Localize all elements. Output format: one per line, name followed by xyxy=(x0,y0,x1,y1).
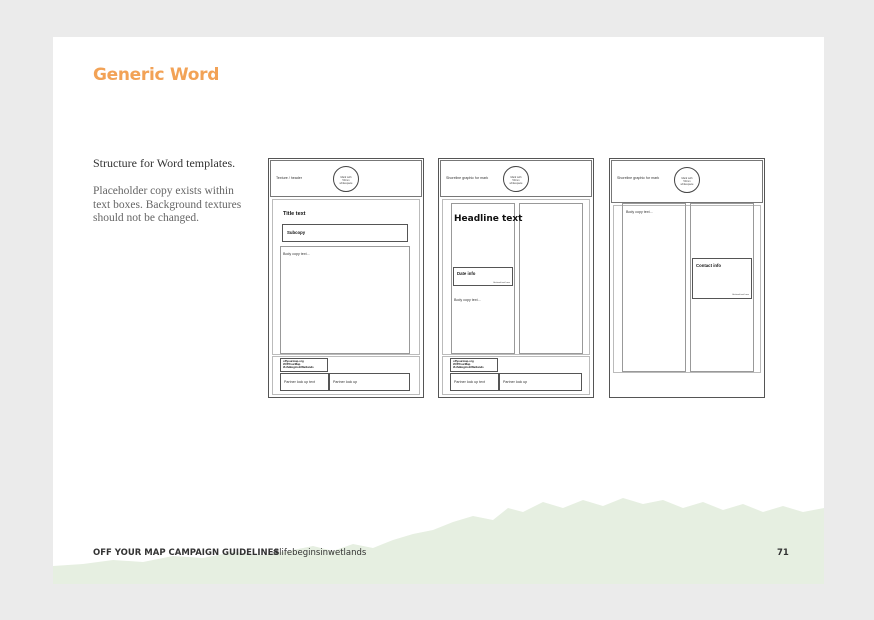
logo-mark-circle: Mark with 50mm whitespace xyxy=(674,167,700,193)
logo-mark-circle: Mark with 50mm whitespace xyxy=(503,166,529,192)
date-info-sub: Unitised text here xyxy=(492,282,510,284)
partner-label: Partner lock up xyxy=(333,380,358,384)
circle-label: Mark with 50mm whitespace xyxy=(339,176,353,185)
url-hashtag-box: offyourmap.org #OffYourMap #LifeBeginsIn… xyxy=(450,358,498,372)
section-subheading: Structure for Word templates. xyxy=(93,156,236,170)
description: Placeholder copy exists within text boxe… xyxy=(93,185,243,226)
page-title: Generic Word xyxy=(93,65,220,85)
url-hashtag-box: offyourmap.org #OffYourMap #LifeBeginsIn… xyxy=(280,358,328,372)
circle-label: Mark with 50mm whitespace xyxy=(509,176,523,185)
document-page: Generic Word Structure for Word template… xyxy=(53,37,824,584)
footer-guidelines-title: OFF YOUR MAP CAMPAIGN GUIDELINES xyxy=(93,548,280,558)
word-template-1: Texture / header Mark with 50mm whitespa… xyxy=(268,158,424,398)
subcopy-box: Subcopy xyxy=(282,224,408,242)
body-copy-box: Body copy text... xyxy=(280,246,410,354)
footer-hashtag: #LifeBeginsInWetlands xyxy=(453,365,484,370)
header-label: Shoreline graphic for mark xyxy=(446,176,489,180)
template-title: Title text xyxy=(283,211,306,217)
contact-info-box: Contact info Unitised text here xyxy=(692,258,752,299)
contact-info-label: Contact info xyxy=(696,263,722,268)
partner-label: Partner lock up text xyxy=(454,380,485,384)
date-info-box: Date info Unitised text here xyxy=(453,267,513,286)
partner-label: Partner lock up xyxy=(503,380,528,384)
page-number: 71 xyxy=(777,548,789,558)
word-template-3: Shoreline graphic for mark Mark with 50m… xyxy=(609,158,765,398)
description-line: Placeholder copy exists within xyxy=(93,185,234,197)
left-column: Body copy text... xyxy=(622,203,686,372)
body-copy-label: Body copy text... xyxy=(454,298,481,302)
header-label: Texture / header xyxy=(276,176,302,180)
right-column xyxy=(519,203,583,354)
partner-label: Partner lock up text xyxy=(284,380,315,384)
logo-mark-circle: Mark with 50mm whitespace xyxy=(333,166,359,192)
footer-hashtag: #LifeBeginsInWetlands xyxy=(283,365,314,370)
date-info-label: Date info xyxy=(457,271,476,276)
headline: Headline text xyxy=(454,214,523,224)
body-copy-label: Body copy text... xyxy=(283,252,310,256)
word-template-2: Shoreline graphic for mark Mark with 50m… xyxy=(438,158,594,398)
subcopy-label: Subcopy xyxy=(287,230,306,235)
contact-info-sub: Unitised text here xyxy=(731,294,749,296)
partner-box-2: Partner lock up xyxy=(329,373,410,391)
landscape-silhouette xyxy=(53,498,824,584)
description-line: should not be changed. xyxy=(93,212,200,224)
partner-box-1: Partner lock up text xyxy=(280,373,329,391)
partner-box-2: Partner lock up xyxy=(499,373,582,391)
template-header: Texture / header Mark with 50mm whitespa… xyxy=(270,160,422,197)
header-label: Shoreline graphic for mark xyxy=(617,176,660,180)
footer-hashtag: #lifebeginsinwetlands xyxy=(272,548,367,558)
partner-box-1: Partner lock up text xyxy=(450,373,499,391)
description-line: text boxes. Background textures xyxy=(93,198,242,211)
template-header: Shoreline graphic for mark Mark with 50m… xyxy=(440,160,592,197)
template-header: Shoreline graphic for mark Mark with 50m… xyxy=(611,160,763,203)
body-copy-label: Body copy text... xyxy=(626,210,653,214)
circle-label: Mark with 50mm whitespace xyxy=(680,177,694,186)
